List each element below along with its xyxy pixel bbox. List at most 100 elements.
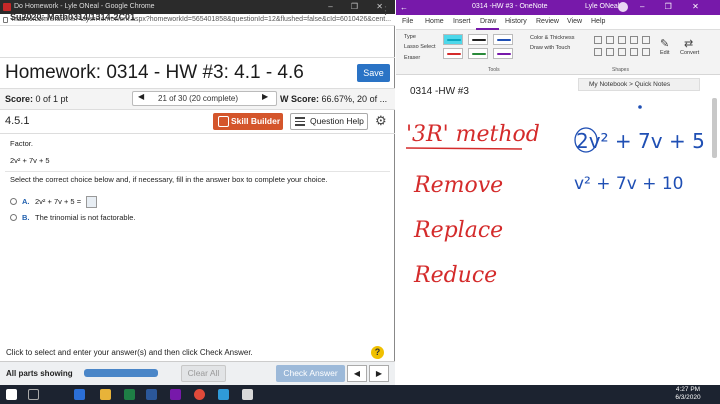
draw-with-touch-button[interactable]: Draw with Touch <box>530 45 570 51</box>
course-bar <box>0 26 395 58</box>
shape-circle[interactable] <box>642 36 650 44</box>
hw-score-value: 66.67%, 20 of ... <box>321 94 388 104</box>
search-icon[interactable] <box>28 389 39 400</box>
homework-title: Homework: 0314 - HW #3: 4.1 - 4.6 <box>5 62 304 83</box>
convert-button[interactable]: Convert <box>680 50 699 56</box>
question-instruction: Factor. <box>10 139 33 148</box>
pen-black[interactable] <box>468 34 488 45</box>
ink-expression-1: 2v² + 7v + 5 <box>576 129 705 153</box>
check-answer-button[interactable]: Check Answer <box>276 365 345 382</box>
user-name: Lyle ONeal <box>585 3 620 10</box>
clock-date: 6/3/2020 <box>675 394 701 401</box>
window-controls[interactable]: – ❐ ✕ <box>640 2 708 11</box>
pen-green[interactable] <box>468 48 488 59</box>
course-name: Su2020: Math0314/1314-2C01 <box>10 12 136 22</box>
chrome-icon[interactable] <box>194 389 205 400</box>
app-icon[interactable] <box>242 389 253 400</box>
onenote-taskbar-icon[interactable] <box>170 389 181 400</box>
list-icon <box>295 117 305 126</box>
more-options-icon[interactable]: ⋮ <box>380 6 391 23</box>
system-clock[interactable]: 4:27 PM 6/3/2020 <box>666 386 710 402</box>
tab-view[interactable]: View <box>567 18 582 25</box>
highlighter-pen[interactable] <box>443 34 463 45</box>
shape-axis[interactable] <box>642 48 650 56</box>
help-icon[interactable]: ? <box>371 346 384 359</box>
ink-expression-2: v² + 7v + 10 <box>574 174 684 194</box>
pen-red[interactable] <box>443 48 463 59</box>
tab-review[interactable]: Review <box>536 18 559 25</box>
pen-blue[interactable] <box>493 34 513 45</box>
question-expression: 2v² + 7v + 5 <box>10 156 50 165</box>
tools-group-label: Tools <box>488 67 500 73</box>
option-b-letter[interactable]: B. <box>22 213 30 222</box>
hw-score-label: W Score: <box>280 94 320 104</box>
tab-history[interactable]: History <box>505 18 527 25</box>
score-display: Score: 0 of 1 pt <box>5 94 68 104</box>
excel-icon[interactable] <box>124 389 135 400</box>
parts-showing-label: All parts showing <box>6 369 73 378</box>
edge-browser-icon[interactable] <box>74 389 85 400</box>
file-explorer-icon[interactable] <box>100 389 111 400</box>
lasso-select-tool[interactable]: Lasso Select <box>404 44 436 50</box>
option-b-text: The trinomial is not factorable. <box>35 213 136 222</box>
ink-underline <box>405 147 523 150</box>
convert-icon[interactable]: ⇄ <box>684 37 693 50</box>
shape-triangle[interactable] <box>594 48 602 56</box>
option-a-text: 2v² + 7v + 5 = <box>35 197 82 206</box>
tab-home[interactable]: Home <box>425 18 444 25</box>
tab-draw[interactable]: Draw <box>480 18 496 25</box>
windows-start-icon[interactable] <box>6 389 17 400</box>
question-number: 4.5.1 <box>5 115 30 127</box>
footer-hint: Click to select and enter your answer(s)… <box>6 348 253 357</box>
shape-graph[interactable] <box>630 48 638 56</box>
answer-box[interactable] <box>86 196 97 208</box>
browser-title: Do Homework - Lyle ONeal - Google Chrome <box>14 3 155 10</box>
next-question-icon[interactable]: ▶ <box>262 92 268 101</box>
save-button[interactable]: Save <box>357 64 390 82</box>
app-icon[interactable] <box>218 389 229 400</box>
clock-time: 4:27 PM <box>675 386 701 393</box>
edit-icon[interactable]: ✎ <box>660 37 669 50</box>
next-button[interactable]: ▶ <box>369 365 389 382</box>
option-a-radio[interactable] <box>10 198 17 205</box>
parts-progress-bar <box>84 369 158 377</box>
score-label: Score: <box>5 94 34 104</box>
tab-insert[interactable]: Insert <box>453 18 471 25</box>
shape-arrow[interactable] <box>606 36 614 44</box>
ink-remove: Remove <box>413 173 503 198</box>
ink-replace: Replace <box>413 218 503 243</box>
ink-canvas[interactable]: '3R' method Remove Replace Reduce 2v² + … <box>396 95 720 385</box>
shape-diamond[interactable] <box>618 48 626 56</box>
word-icon[interactable] <box>146 389 157 400</box>
homework-score: W Score: 66.67%, 20 of ... <box>280 94 387 104</box>
eraser-tool[interactable]: Eraser <box>404 55 420 61</box>
question-position[interactable]: 21 of 30 (20 complete) <box>158 94 238 103</box>
back-arrow-icon[interactable]: ← <box>400 3 408 12</box>
pen-purple[interactable] <box>493 48 513 59</box>
ink-3r-method: '3R' method <box>406 122 540 147</box>
clear-all-button[interactable]: Clear All <box>181 365 226 382</box>
edit-button[interactable]: Edit <box>660 50 669 56</box>
option-b-radio[interactable] <box>10 214 17 221</box>
shape-parallelogram[interactable] <box>606 48 614 56</box>
shape-rectangle[interactable] <box>630 36 638 44</box>
ink-reduce: Reduce <box>413 263 497 288</box>
type-tool[interactable]: Type <box>404 34 416 40</box>
skill-builder-icon <box>218 116 229 127</box>
color-thickness-button[interactable]: Color & Thickness <box>530 35 575 41</box>
previous-button[interactable]: ◀ <box>347 365 367 382</box>
divider <box>5 171 390 172</box>
choice-instruction: Select the correct choice below and, if … <box>10 175 328 184</box>
tab-favicon-icon <box>3 3 11 11</box>
shape-double-arrow[interactable] <box>618 36 626 44</box>
avatar[interactable] <box>618 2 628 12</box>
score-value: 0 of 1 pt <box>35 94 69 104</box>
tab-help[interactable]: Help <box>591 18 605 25</box>
shape-line[interactable] <box>594 36 602 44</box>
option-a-letter[interactable]: A. <box>22 197 30 206</box>
notebook-breadcrumb[interactable]: My Notebook > Quick Notes <box>578 78 700 91</box>
previous-question-icon[interactable]: ◀ <box>138 92 144 101</box>
tab-file[interactable]: File <box>402 18 413 25</box>
gear-icon[interactable]: ⚙ <box>375 114 387 127</box>
shapes-group-label: Shapes <box>612 67 629 73</box>
